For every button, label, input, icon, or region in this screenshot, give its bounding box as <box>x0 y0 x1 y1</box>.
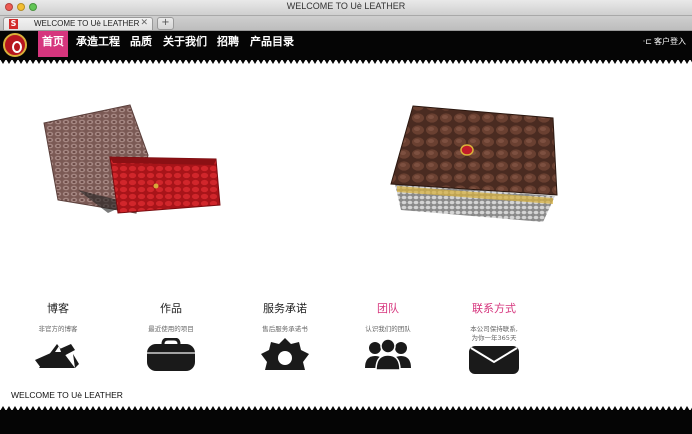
feature-team-subtitle: 认识我们的团队 <box>365 325 411 333</box>
window-title-bar: WELCOME TO Uè LEATHER <box>0 0 692 16</box>
feature-contact[interactable]: 联系方式 本公司保持联系, 为你一年365天 <box>444 300 544 374</box>
nav-item-jobs[interactable]: 招聘 <box>217 31 239 57</box>
tab-close-icon[interactable]: ✕ <box>140 18 148 28</box>
feature-team-title[interactable]: 团队 <box>338 300 438 316</box>
nav-item-quality[interactable]: 品质 <box>130 31 152 57</box>
feature-blog[interactable]: 博客 非官方的博客 <box>8 300 108 368</box>
coin-purse-product-image[interactable] <box>383 100 563 225</box>
feature-blog-subtitle: 非官方的博客 <box>38 325 78 333</box>
tab-bar: S WELCOME TO Uè LEATHER ✕ + <box>0 16 692 31</box>
key-icon: ·⊏ <box>642 37 652 46</box>
feature-contact-subtitle-line1: 本公司保持联系, <box>470 325 518 333</box>
brand-logo[interactable] <box>3 33 27 57</box>
footer-zigzag-edge <box>0 406 692 434</box>
site-nav: 首页 承造工程 品质 关于我们 招聘 产品目录 ·⊏ 客户登入 <box>0 31 692 59</box>
feature-contact-title[interactable]: 联系方式 <box>444 300 544 316</box>
nav-item-catalog[interactable]: 产品目录 <box>250 31 294 57</box>
new-tab-button[interactable]: + <box>157 17 174 30</box>
feature-service-subtitle: 售后服务承诺书 <box>262 325 308 333</box>
feature-contact-subtitle: 本公司保持联系, 为你一年365天 <box>444 325 544 343</box>
feature-works[interactable]: 作品 最近使用的项目 <box>121 300 221 371</box>
customer-login-link[interactable]: ·⊏ 客户登入 <box>643 36 686 47</box>
feature-contact-subtitle-line2: 为你一年365天 <box>471 334 517 342</box>
nav-item-home[interactable]: 首页 <box>38 31 68 57</box>
customer-login-label: 客户登入 <box>654 37 686 46</box>
feature-works-subtitle: 最近使用的项目 <box>148 325 194 333</box>
favicon-icon: S <box>9 19 18 29</box>
nav-item-projects[interactable]: 承造工程 <box>76 31 120 57</box>
window-title: WELCOME TO Uè LEATHER <box>286 1 406 11</box>
gear-icon <box>261 338 309 370</box>
envelope-icon <box>469 346 519 374</box>
feature-works-title[interactable]: 作品 <box>121 300 221 316</box>
team-icon <box>365 338 411 370</box>
ruler-pencil-icon <box>35 344 79 368</box>
browser-tab[interactable]: S WELCOME TO Uè LEATHER ✕ <box>3 17 153 30</box>
footer-brand-text: WELCOME TO Uè LEATHER <box>11 390 123 400</box>
feature-team[interactable]: 团队 认识我们的团队 <box>338 300 438 370</box>
tab-title: WELCOME TO Uè LEATHER <box>34 19 140 28</box>
feature-service-title[interactable]: 服务承诺 <box>235 300 335 316</box>
briefcase-icon <box>147 338 195 371</box>
feature-service[interactable]: 服务承诺 售后服务承诺书 <box>235 300 335 370</box>
nav-item-about[interactable]: 关于我们 <box>163 31 207 57</box>
nav-zigzag-edge <box>0 59 692 64</box>
feature-blog-title[interactable]: 博客 <box>8 300 108 316</box>
wallet-product-image[interactable] <box>38 95 228 215</box>
